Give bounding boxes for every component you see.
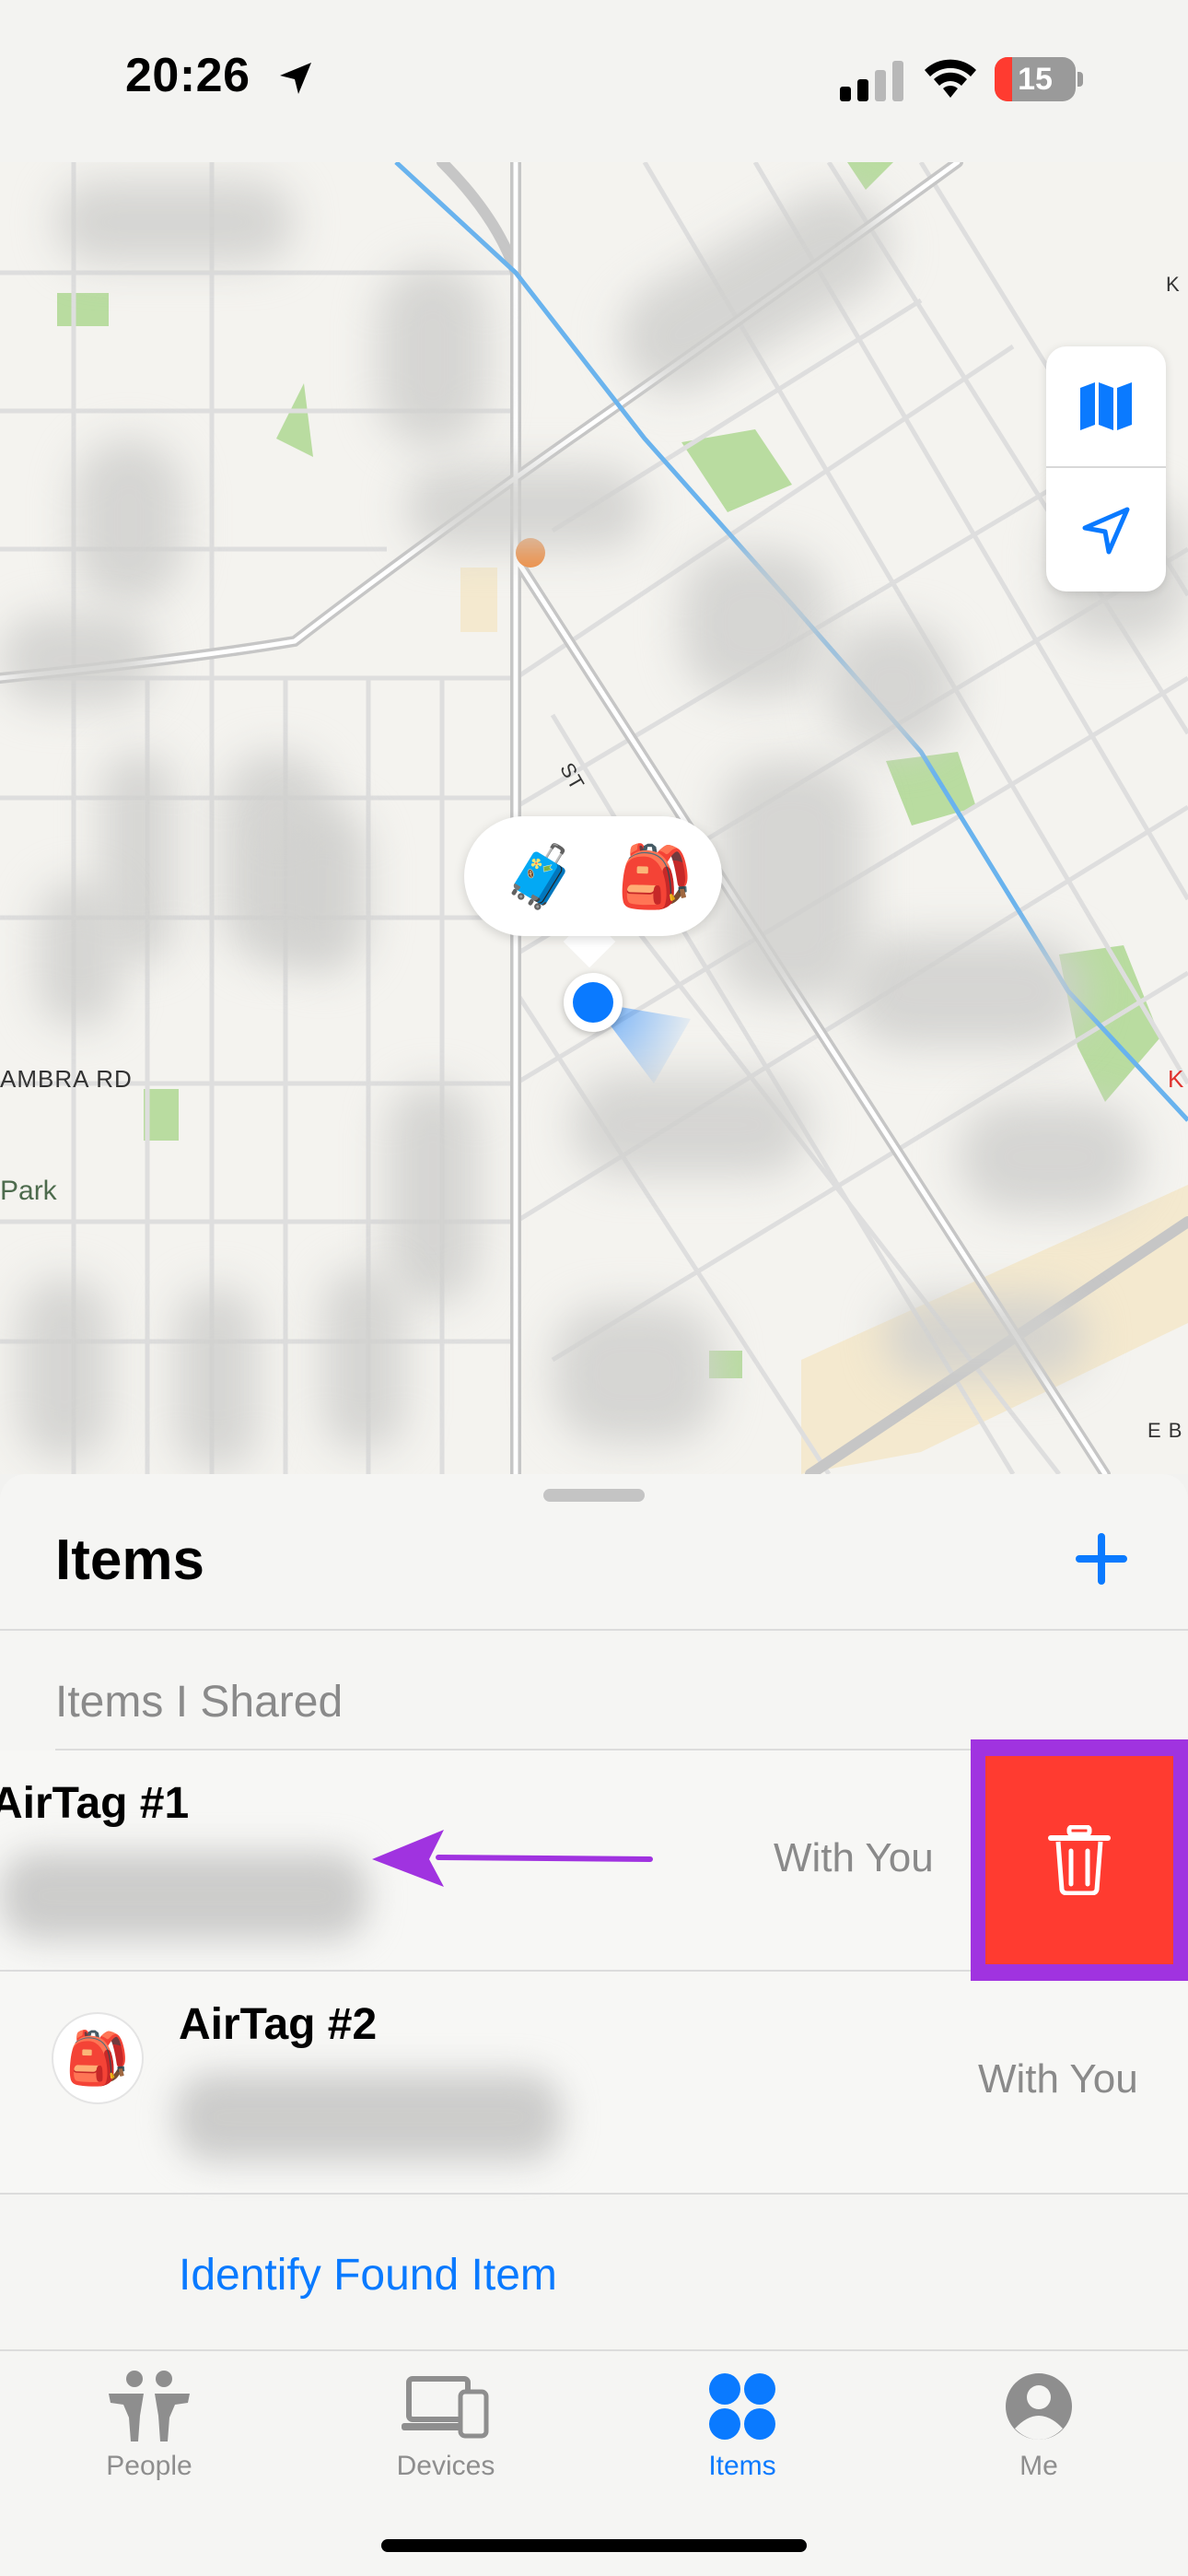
- section-header: Items I Shared: [55, 1678, 344, 1727]
- item-row-airtag-2[interactable]: 🎒 AirTag #2 With You: [0, 1972, 1188, 2193]
- backpack-icon: 🎒: [52, 2012, 144, 2104]
- item-status: With You: [774, 1835, 934, 1880]
- items-icon: [709, 2373, 775, 2440]
- tab-label: People: [106, 2451, 192, 2481]
- devices-icon: [402, 2376, 489, 2439]
- me-icon: [1006, 2373, 1072, 2440]
- status-time: 20:26: [125, 49, 250, 102]
- street-label: AMBRA RD: [0, 1065, 133, 1093]
- item-name: AirTag #2: [179, 2000, 378, 2049]
- park-label: Park: [0, 1176, 57, 1206]
- tab-label: Devices: [396, 2451, 495, 2481]
- identify-found-item-link[interactable]: Identify Found Item: [179, 2250, 557, 2301]
- user-location-dot: [564, 973, 623, 1032]
- backpack-icon: 🎒: [617, 842, 693, 910]
- tile-label-k-red: K: [1168, 1065, 1185, 1093]
- map-controls: [1046, 346, 1166, 591]
- home-indicator[interactable]: [381, 2539, 807, 2552]
- tab-me[interactable]: Me: [938, 2370, 1140, 2517]
- delete-button[interactable]: [985, 1756, 1173, 1964]
- sheet-grabber[interactable]: [543, 1489, 645, 1502]
- tab-items[interactable]: Items: [641, 2370, 844, 2517]
- map-view[interactable]: AMBRA RD Park ST K E B K 🧳 🎒: [0, 162, 1188, 1474]
- tab-label: Me: [1019, 2451, 1058, 2481]
- tab-people[interactable]: People: [48, 2370, 250, 2517]
- tab-devices[interactable]: Devices: [344, 2370, 547, 2517]
- location-arrow-icon: [280, 63, 311, 94]
- locate-me-icon: [1082, 507, 1130, 555]
- plus-icon[interactable]: [1068, 1526, 1135, 1592]
- battery-level: 15: [1018, 62, 1053, 97]
- suitcase-icon: 🧳: [503, 842, 579, 910]
- map-mode-icon: [1080, 382, 1132, 430]
- battery-charging-icon: 15: [995, 57, 1083, 101]
- items-location-bubble[interactable]: 🧳 🎒: [464, 816, 722, 936]
- cellular-signal-icon: [840, 61, 903, 101]
- status-bar: 20:26 15: [0, 0, 1188, 162]
- map-mode-button[interactable]: [1046, 346, 1166, 468]
- people-icon: [109, 2371, 190, 2441]
- wifi-icon: [925, 59, 976, 98]
- tab-label: Items: [708, 2451, 776, 2481]
- item-status: With You: [978, 2056, 1138, 2102]
- tile-label-k: K: [1166, 273, 1181, 296]
- tile-label-e-b: E B: [1147, 1419, 1183, 1442]
- annotation-arrow: [372, 1830, 653, 1887]
- locate-me-button[interactable]: [1046, 470, 1166, 591]
- trash-icon: [1048, 1825, 1111, 1895]
- item-name: AirTag #1: [0, 1779, 190, 1828]
- sheet-title: Items: [55, 1528, 204, 1592]
